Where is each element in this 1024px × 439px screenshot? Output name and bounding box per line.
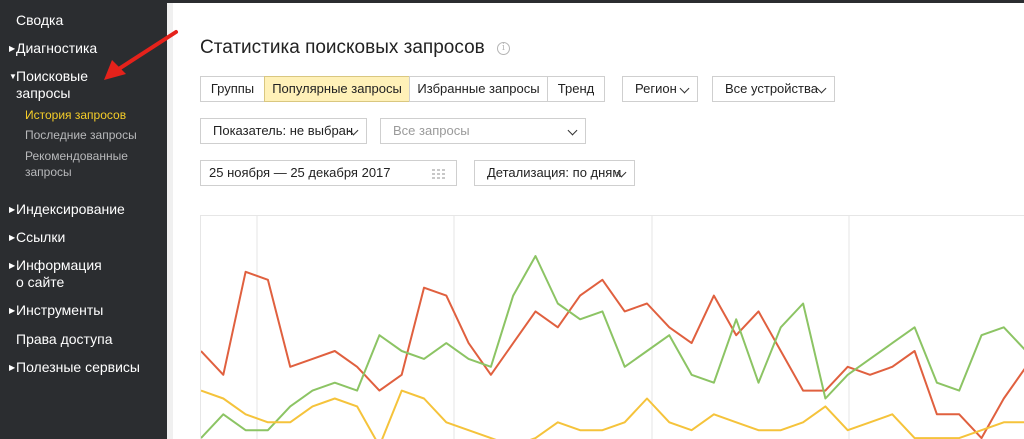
sidebar-subitem-recommended-queries[interactable]: Рекомендованные запросы bbox=[25, 148, 128, 180]
region-select[interactable]: Регион bbox=[622, 76, 698, 102]
triangle-down-icon: ▼ bbox=[9, 72, 17, 81]
triangle-right-icon: ▶ bbox=[9, 44, 16, 53]
sidebar-item-label: Сводка bbox=[16, 12, 64, 28]
date-range-picker[interactable]: 25 ноября — 25 декабря 2017 bbox=[200, 160, 457, 186]
sidebar-item-site-info[interactable]: ▶Информация о сайте bbox=[9, 257, 102, 291]
triangle-right-icon: ▶ bbox=[9, 363, 16, 372]
queries-select-placeholder: Все запросы bbox=[393, 123, 470, 138]
sidebar-item-tools[interactable]: ▶Инструменты bbox=[9, 302, 103, 319]
chevron-down-icon bbox=[567, 125, 578, 136]
annotation-arrow-icon bbox=[104, 30, 178, 80]
triangle-right-icon: ▶ bbox=[9, 205, 16, 214]
queries-select[interactable]: Все запросы bbox=[380, 118, 586, 144]
tab-trend[interactable]: Тренд bbox=[547, 76, 605, 102]
sidebar-item-label: о сайте bbox=[16, 274, 65, 290]
sidebar-item-search-queries[interactable]: ▼Поисковые запросы bbox=[9, 68, 88, 102]
devices-select[interactable]: Все устройства bbox=[712, 76, 835, 102]
indicator-select[interactable]: Показатель: не выбран bbox=[200, 118, 367, 144]
series-line-2[interactable] bbox=[200, 389, 1024, 439]
tab-groups[interactable]: Группы bbox=[200, 76, 265, 102]
top-bar bbox=[167, 0, 1024, 3]
sidebar-item-label: Информация bbox=[16, 257, 102, 273]
sidebar-item-label: Инструменты bbox=[16, 302, 104, 318]
sidebar-item-indexing[interactable]: ▶Индексирование bbox=[9, 201, 125, 218]
sidebar-item-summary[interactable]: Сводка bbox=[16, 12, 63, 29]
triangle-right-icon: ▶ bbox=[9, 233, 16, 242]
detail-select-label: Детализация: по дням bbox=[487, 165, 622, 180]
devices-select-label: Все устройства bbox=[725, 81, 818, 96]
series-line-0[interactable] bbox=[200, 270, 1024, 439]
info-icon[interactable]: i bbox=[497, 42, 510, 55]
sidebar-subitem-query-history[interactable]: История запросов bbox=[25, 107, 126, 123]
sidebar-item-label: Диагностика bbox=[16, 40, 98, 56]
sidebar-item-label: Индексирование bbox=[16, 201, 125, 217]
triangle-right-icon: ▶ bbox=[9, 261, 16, 270]
sidebar-item-diagnostics[interactable]: ▶Диагностика bbox=[9, 40, 97, 57]
sidebar-subitem-recent-queries[interactable]: Последние запросы bbox=[25, 127, 137, 143]
sidebar-item-links[interactable]: ▶Ссылки bbox=[9, 229, 65, 246]
sidebar-item-label: Ссылки bbox=[16, 229, 66, 245]
tab-popular-queries[interactable]: Популярные запросы bbox=[264, 76, 410, 102]
sidebar-item-useful-services[interactable]: ▶Полезные сервисы bbox=[9, 359, 140, 376]
triangle-right-icon: ▶ bbox=[9, 306, 16, 315]
indicator-select-label: Показатель: не выбран bbox=[213, 123, 354, 138]
page-title: Статистика поисковых запросов bbox=[200, 37, 485, 58]
sidebar-subitem-label: Рекомендованные bbox=[25, 149, 128, 163]
chevron-down-icon bbox=[816, 83, 827, 94]
sidebar-item-access-rights[interactable]: Права доступа bbox=[16, 331, 112, 348]
tab-favorite-queries[interactable]: Избранные запросы bbox=[409, 76, 548, 102]
sidebar-item-label: запросы bbox=[16, 85, 71, 101]
chart-area bbox=[200, 215, 1024, 439]
sidebar-item-label: Поисковые bbox=[16, 68, 89, 84]
chevron-down-icon bbox=[679, 83, 690, 94]
line-chart bbox=[200, 216, 1024, 439]
date-range-value: 25 ноября — 25 декабря 2017 bbox=[209, 165, 391, 180]
sidebar-item-label: Полезные сервисы bbox=[16, 359, 140, 375]
sidebar-subitem-label: запросы bbox=[25, 165, 72, 179]
sidebar-item-label: Права доступа bbox=[16, 331, 113, 347]
calendar-icon bbox=[432, 169, 445, 179]
detail-select[interactable]: Детализация: по дням bbox=[474, 160, 635, 186]
series-line-1[interactable] bbox=[200, 255, 1024, 439]
region-select-label: Регион bbox=[635, 81, 677, 96]
